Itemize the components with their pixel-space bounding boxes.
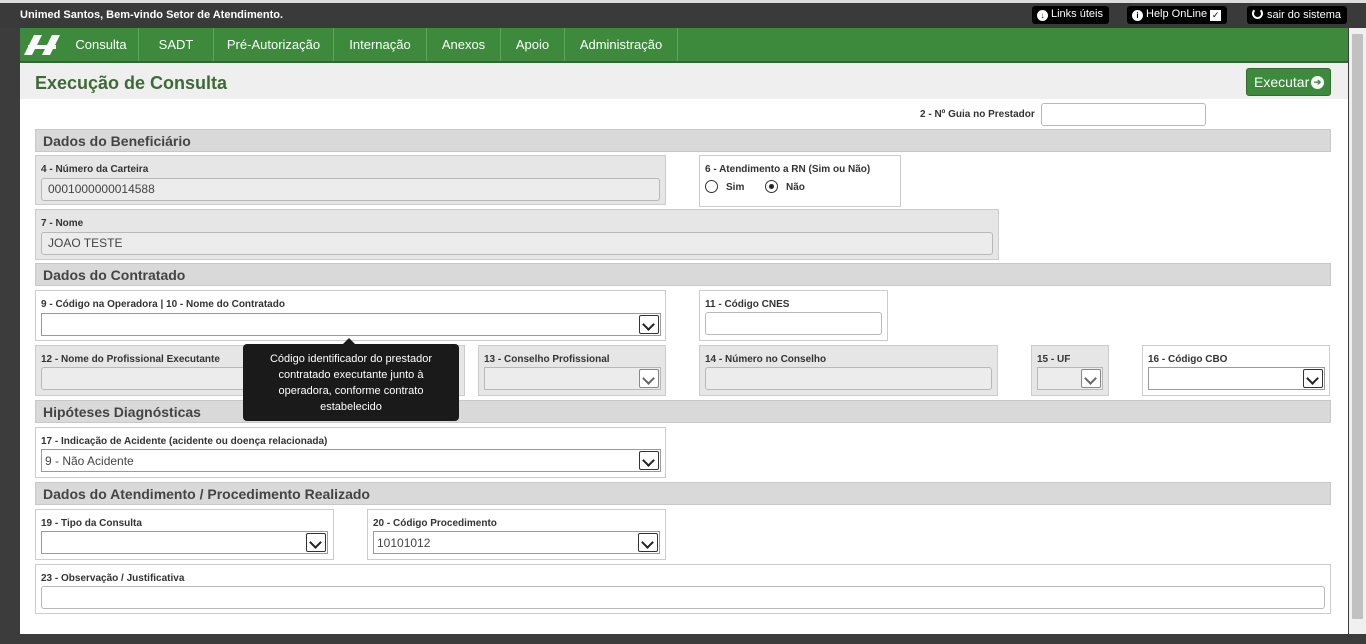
carteira-label: 4 - Número da Carteira — [41, 164, 149, 175]
unimed-logo[interactable] — [22, 33, 62, 57]
nav-apoio[interactable]: Apoio — [501, 28, 565, 61]
carteira-input[interactable]: 0001000000014588 — [41, 178, 660, 201]
codigo-operadora-select[interactable] — [41, 313, 661, 336]
cbo-label: 16 - Código CBO — [1148, 354, 1228, 365]
chevron-down-icon — [639, 451, 659, 470]
chevron-down-icon — [306, 533, 326, 552]
download-circle-icon: ↓ — [1037, 10, 1048, 21]
acidente-field: 17 - Indicação de Acidente (acidente ou … — [35, 427, 666, 478]
guia-prestador-input[interactable] — [1041, 103, 1206, 126]
acidente-value: 9 - Não Acidente — [45, 454, 134, 468]
observacao-field: 23 - Observação / Justificativa — [35, 564, 1331, 614]
guia-prestador-label: 2 - Nº Guia no Prestador — [920, 109, 1035, 120]
title-bar: Execução de Consulta Executar ➔ — [20, 63, 1348, 99]
welcome-text: Unimed Santos, Bem-vindo Setor de Atendi… — [20, 9, 284, 21]
links-uteis-button[interactable]: ↓ Links úteis — [1032, 6, 1109, 24]
tipo-consulta-field: 19 - Tipo da Consulta — [35, 509, 334, 560]
observacao-input[interactable] — [41, 586, 1325, 609]
uf-select[interactable] — [1037, 367, 1103, 390]
top-bar: Unimed Santos, Bem-vindo Setor de Atendi… — [0, 0, 1366, 28]
profissional-label: 12 - Nome do Profissional Executante — [41, 354, 220, 365]
nav-pre-autorizacao[interactable]: Pré-Autorização — [214, 28, 334, 61]
procedimento-select[interactable]: 10101012 — [373, 531, 660, 554]
checkbox-icon: ✓ — [1210, 10, 1222, 21]
page-content: Execução de Consulta Executar ➔ 2 - Nº G… — [20, 63, 1348, 634]
nome-input[interactable]: JOAO TESTE — [41, 232, 993, 255]
help-online-label: Help OnLine — [1146, 8, 1208, 20]
acidente-label: 17 - Indicação de Acidente (acidente ou … — [41, 436, 328, 447]
nav-consulta[interactable]: Consulta — [64, 28, 139, 61]
procedimento-value: 10101012 — [377, 536, 431, 550]
bottom-bar — [20, 634, 1348, 644]
help-online-button[interactable]: i Help OnLine ✓ — [1127, 6, 1228, 24]
acidente-select[interactable]: 9 - Não Acidente — [41, 449, 661, 472]
conselho-select[interactable] — [484, 367, 661, 390]
execute-button[interactable]: Executar ➔ — [1246, 68, 1331, 96]
numero-conselho-field: 14 - Número no Conselho — [699, 345, 998, 396]
procedimento-field: 20 - Código Procedimento 10101012 — [367, 509, 666, 560]
cbo-select[interactable] — [1148, 367, 1325, 390]
codigo-operadora-label: 9 - Código na Operadora | 10 - Nome do C… — [41, 299, 285, 310]
nav-sadt[interactable]: SADT — [139, 28, 214, 61]
links-uteis-label: Links úteis — [1051, 8, 1103, 20]
scrollbar-thumb[interactable] — [1352, 34, 1363, 619]
nome-field: 7 - Nome JOAO TESTE — [35, 209, 999, 260]
section-hipoteses: Hipóteses Diagnósticas — [35, 400, 1331, 423]
nav-anexos[interactable]: Anexos — [427, 28, 501, 61]
main-nav: Consulta SADT Pré-Autorização Internação… — [20, 28, 1348, 63]
section-contratado: Dados do Contratado — [35, 263, 1331, 286]
sair-button[interactable]: sair do sistema — [1247, 6, 1347, 24]
uf-label: 15 - UF — [1037, 354, 1071, 365]
chevron-down-icon — [638, 533, 658, 552]
section-beneficiario: Dados do Beneficiário — [35, 129, 1331, 152]
cnes-label: 11 - Código CNES — [705, 299, 790, 310]
chevron-down-icon — [639, 315, 659, 334]
radio-selected-icon — [765, 180, 778, 193]
chevron-down-icon — [1303, 369, 1323, 388]
numero-conselho-input[interactable] — [705, 367, 992, 390]
cnes-field: 11 - Código CNES — [699, 290, 888, 341]
execute-label: Executar — [1254, 74, 1310, 90]
nome-label: 7 - Nome — [41, 218, 84, 229]
codigo-operadora-field: 9 - Código na Operadora | 10 - Nome do C… — [35, 290, 666, 341]
section-atendimento: Dados do Atendimento / Procedimento Real… — [35, 482, 1331, 505]
info-icon: i — [1132, 10, 1143, 21]
uf-field: 15 - UF — [1031, 345, 1109, 396]
rn-sim-label: Sim — [726, 182, 745, 193]
rn-field: 6 - Atendimento a RN (Sim ou Não) Sim Nã… — [699, 155, 901, 207]
tipo-consulta-label: 19 - Tipo da Consulta — [41, 518, 142, 529]
cnes-input[interactable] — [705, 312, 882, 335]
conselho-field: 13 - Conselho Profissional — [478, 345, 666, 396]
numero-conselho-label: 14 - Número no Conselho — [705, 354, 827, 365]
chevron-down-icon — [1081, 369, 1101, 388]
arrow-right-circle-icon: ➔ — [1311, 76, 1324, 89]
conselho-label: 13 - Conselho Profissional — [484, 354, 610, 365]
carteira-field: 4 - Número da Carteira 0001000000014588 — [35, 155, 666, 205]
nav-administracao[interactable]: Administração — [565, 28, 678, 61]
cbo-field: 16 - Código CBO — [1142, 345, 1330, 396]
procedimento-label: 20 - Código Procedimento — [373, 518, 497, 529]
radio-circle-icon — [705, 180, 718, 193]
nav-internacao[interactable]: Internação — [334, 28, 427, 61]
tipo-consulta-select[interactable] — [41, 531, 328, 554]
chevron-down-icon — [639, 369, 659, 388]
rn-label: 6 - Atendimento a RN (Sim ou Não) — [705, 164, 871, 175]
page-title: Execução de Consulta — [35, 73, 228, 93]
tooltip-codigo-operadora: Código identificador do prestador contra… — [243, 338, 459, 421]
vertical-scrollbar[interactable] — [1349, 28, 1366, 634]
power-icon — [1252, 8, 1263, 19]
rn-nao-label: Não — [786, 182, 805, 193]
sair-label: sair do sistema — [1267, 9, 1341, 21]
observacao-label: 23 - Observação / Justificativa — [41, 573, 185, 584]
